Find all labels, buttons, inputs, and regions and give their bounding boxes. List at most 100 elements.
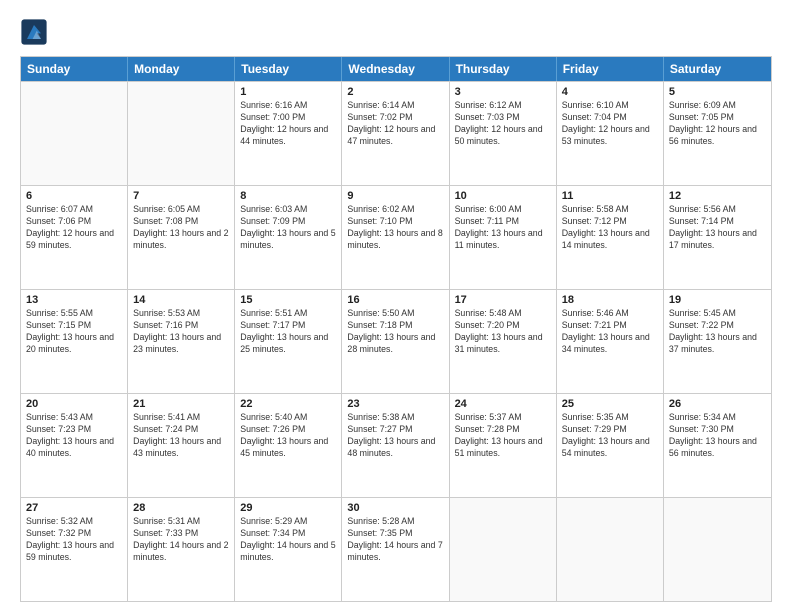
cell-text: Sunrise: 6:09 AM Sunset: 7:05 PM Dayligh…: [669, 100, 766, 148]
cell-text: Sunrise: 6:05 AM Sunset: 7:08 PM Dayligh…: [133, 204, 229, 252]
day-number: 9: [347, 190, 443, 202]
day-number: 1: [240, 86, 336, 98]
cell-text: Sunrise: 5:45 AM Sunset: 7:22 PM Dayligh…: [669, 308, 766, 356]
cell-text: Sunrise: 5:34 AM Sunset: 7:30 PM Dayligh…: [669, 412, 766, 460]
cell-text: Sunrise: 6:03 AM Sunset: 7:09 PM Dayligh…: [240, 204, 336, 252]
cell-text: Sunrise: 6:10 AM Sunset: 7:04 PM Dayligh…: [562, 100, 658, 148]
cell-text: Sunrise: 5:40 AM Sunset: 7:26 PM Dayligh…: [240, 412, 336, 460]
calendar-cell: 12 Sunrise: 5:56 AM Sunset: 7:14 PM Dayli…: [664, 186, 771, 289]
calendar-cell: 30 Sunrise: 5:28 AM Sunset: 7:35 PM Dayli…: [342, 498, 449, 601]
calendar-cell: 10 Sunrise: 6:00 AM Sunset: 7:11 PM Dayli…: [450, 186, 557, 289]
cell-text: Sunrise: 5:58 AM Sunset: 7:12 PM Dayligh…: [562, 204, 658, 252]
calendar: SundayMondayTuesdayWednesdayThursdayFrid…: [20, 56, 772, 602]
cell-text: Sunrise: 5:32 AM Sunset: 7:32 PM Dayligh…: [26, 516, 122, 564]
day-number: 10: [455, 190, 551, 202]
day-number: 19: [669, 294, 766, 306]
calendar-cell: [557, 498, 664, 601]
day-number: 24: [455, 398, 551, 410]
day-number: 12: [669, 190, 766, 202]
cell-text: Sunrise: 5:46 AM Sunset: 7:21 PM Dayligh…: [562, 308, 658, 356]
cell-text: Sunrise: 6:14 AM Sunset: 7:02 PM Dayligh…: [347, 100, 443, 148]
cell-text: Sunrise: 5:28 AM Sunset: 7:35 PM Dayligh…: [347, 516, 443, 564]
calendar-cell: 11 Sunrise: 5:58 AM Sunset: 7:12 PM Dayli…: [557, 186, 664, 289]
calendar-row: 20 Sunrise: 5:43 AM Sunset: 7:23 PM Dayli…: [21, 393, 771, 497]
calendar-cell: [664, 498, 771, 601]
cell-text: Sunrise: 6:12 AM Sunset: 7:03 PM Dayligh…: [455, 100, 551, 148]
day-number: 23: [347, 398, 443, 410]
day-number: 25: [562, 398, 658, 410]
day-number: 27: [26, 502, 122, 514]
calendar-cell: 9 Sunrise: 6:02 AM Sunset: 7:10 PM Daylig…: [342, 186, 449, 289]
calendar-cell: 25 Sunrise: 5:35 AM Sunset: 7:29 PM Dayli…: [557, 394, 664, 497]
day-number: 16: [347, 294, 443, 306]
cell-text: Sunrise: 5:38 AM Sunset: 7:27 PM Dayligh…: [347, 412, 443, 460]
day-number: 14: [133, 294, 229, 306]
header: [20, 18, 772, 46]
calendar-cell: 28Sunrise: 5:31 AM Sunset: 7:33 PM Dayli…: [128, 498, 235, 601]
calendar-row: 1Sunrise: 6:16 AM Sunset: 7:00 PM Daylig…: [21, 81, 771, 185]
weekday-header: Saturday: [664, 57, 771, 81]
logo: [20, 18, 50, 46]
calendar-cell: 17Sunrise: 5:48 AM Sunset: 7:20 PM Dayli…: [450, 290, 557, 393]
day-number: 4: [562, 86, 658, 98]
calendar-cell: 21 Sunrise: 5:41 AM Sunset: 7:24 PM Dayli…: [128, 394, 235, 497]
calendar-cell: 19 Sunrise: 5:45 AM Sunset: 7:22 PM Dayli…: [664, 290, 771, 393]
calendar-row: 13 Sunrise: 5:55 AM Sunset: 7:15 PM Dayli…: [21, 289, 771, 393]
day-number: 11: [562, 190, 658, 202]
day-number: 15: [240, 294, 336, 306]
calendar-cell: 6 Sunrise: 6:07 AM Sunset: 7:06 PM Daylig…: [21, 186, 128, 289]
day-number: 21: [133, 398, 229, 410]
calendar-cell: 22Sunrise: 5:40 AM Sunset: 7:26 PM Dayli…: [235, 394, 342, 497]
day-number: 29: [240, 502, 336, 514]
day-number: 2: [347, 86, 443, 98]
day-number: 26: [669, 398, 766, 410]
calendar-cell: 15Sunrise: 5:51 AM Sunset: 7:17 PM Dayli…: [235, 290, 342, 393]
weekday-header: Tuesday: [235, 57, 342, 81]
calendar-cell: 1Sunrise: 6:16 AM Sunset: 7:00 PM Daylig…: [235, 82, 342, 185]
calendar-cell: 7 Sunrise: 6:05 AM Sunset: 7:08 PM Daylig…: [128, 186, 235, 289]
calendar-cell: 8 Sunrise: 6:03 AM Sunset: 7:09 PM Daylig…: [235, 186, 342, 289]
cell-text: Sunrise: 5:37 AM Sunset: 7:28 PM Dayligh…: [455, 412, 551, 460]
cell-text: Sunrise: 6:02 AM Sunset: 7:10 PM Dayligh…: [347, 204, 443, 252]
calendar-header: SundayMondayTuesdayWednesdayThursdayFrid…: [21, 57, 771, 81]
cell-text: Sunrise: 5:48 AM Sunset: 7:20 PM Dayligh…: [455, 308, 551, 356]
cell-text: Sunrise: 6:07 AM Sunset: 7:06 PM Dayligh…: [26, 204, 122, 252]
cell-text: Sunrise: 5:56 AM Sunset: 7:14 PM Dayligh…: [669, 204, 766, 252]
weekday-header: Monday: [128, 57, 235, 81]
weekday-header: Friday: [557, 57, 664, 81]
day-number: 8: [240, 190, 336, 202]
cell-text: Sunrise: 5:41 AM Sunset: 7:24 PM Dayligh…: [133, 412, 229, 460]
cell-text: Sunrise: 5:55 AM Sunset: 7:15 PM Dayligh…: [26, 308, 122, 356]
calendar-cell: 18Sunrise: 5:46 AM Sunset: 7:21 PM Dayli…: [557, 290, 664, 393]
cell-text: Sunrise: 5:50 AM Sunset: 7:18 PM Dayligh…: [347, 308, 443, 356]
calendar-cell: 23 Sunrise: 5:38 AM Sunset: 7:27 PM Dayli…: [342, 394, 449, 497]
day-number: 20: [26, 398, 122, 410]
weekday-header: Sunday: [21, 57, 128, 81]
calendar-cell: 16 Sunrise: 5:50 AM Sunset: 7:18 PM Dayli…: [342, 290, 449, 393]
cell-text: Sunrise: 5:35 AM Sunset: 7:29 PM Dayligh…: [562, 412, 658, 460]
calendar-cell: 24 Sunrise: 5:37 AM Sunset: 7:28 PM Dayli…: [450, 394, 557, 497]
calendar-cell: 2 Sunrise: 6:14 AM Sunset: 7:02 PM Daylig…: [342, 82, 449, 185]
day-number: 3: [455, 86, 551, 98]
cell-text: Sunrise: 5:31 AM Sunset: 7:33 PM Dayligh…: [133, 516, 229, 564]
day-number: 6: [26, 190, 122, 202]
calendar-cell: [450, 498, 557, 601]
day-number: 30: [347, 502, 443, 514]
day-number: 13: [26, 294, 122, 306]
calendar-body: 1Sunrise: 6:16 AM Sunset: 7:00 PM Daylig…: [21, 81, 771, 601]
page: SundayMondayTuesdayWednesdayThursdayFrid…: [0, 0, 792, 612]
calendar-cell: 26 Sunrise: 5:34 AM Sunset: 7:30 PM Dayli…: [664, 394, 771, 497]
calendar-cell: 29Sunrise: 5:29 AM Sunset: 7:34 PM Dayli…: [235, 498, 342, 601]
calendar-cell: 27 Sunrise: 5:32 AM Sunset: 7:32 PM Dayli…: [21, 498, 128, 601]
calendar-row: 6 Sunrise: 6:07 AM Sunset: 7:06 PM Daylig…: [21, 185, 771, 289]
weekday-header: Wednesday: [342, 57, 449, 81]
calendar-row: 27 Sunrise: 5:32 AM Sunset: 7:32 PM Dayli…: [21, 497, 771, 601]
cell-text: Sunrise: 5:43 AM Sunset: 7:23 PM Dayligh…: [26, 412, 122, 460]
calendar-cell: 13 Sunrise: 5:55 AM Sunset: 7:15 PM Dayli…: [21, 290, 128, 393]
cell-text: Sunrise: 5:53 AM Sunset: 7:16 PM Dayligh…: [133, 308, 229, 356]
calendar-cell: 14 Sunrise: 5:53 AM Sunset: 7:16 PM Dayli…: [128, 290, 235, 393]
day-number: 5: [669, 86, 766, 98]
day-number: 7: [133, 190, 229, 202]
calendar-cell: 4 Sunrise: 6:10 AM Sunset: 7:04 PM Daylig…: [557, 82, 664, 185]
cell-text: Sunrise: 6:00 AM Sunset: 7:11 PM Dayligh…: [455, 204, 551, 252]
